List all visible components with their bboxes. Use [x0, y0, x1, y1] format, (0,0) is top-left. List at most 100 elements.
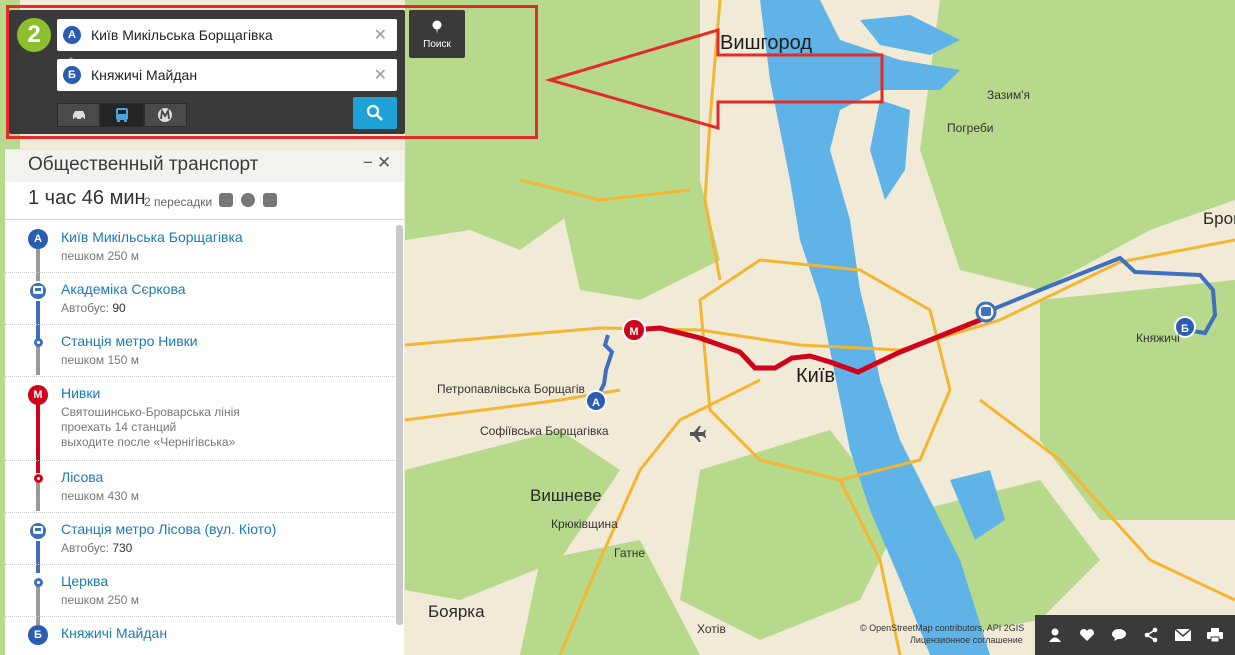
route-step[interactable]: Б Княжичі Майдан	[5, 617, 397, 655]
bus-icon	[219, 193, 233, 207]
bottom-toolbar	[1035, 615, 1235, 655]
end-marker-icon: Б	[28, 625, 48, 645]
poi-search-button[interactable]: Поиск	[409, 10, 465, 58]
print-icon[interactable]	[1204, 624, 1226, 646]
mail-icon[interactable]	[1172, 624, 1194, 646]
car-icon	[72, 111, 85, 121]
map-attribution: © OpenStreetMap contributors, API 2GIS Л…	[860, 622, 1024, 646]
step-name[interactable]: Станція метро Нивки	[61, 333, 198, 349]
route-summary[interactable]: 1 час 46 мин 2 пересадки	[5, 184, 404, 220]
start-marker-icon: А	[28, 229, 48, 249]
route-marker-start: А	[585, 390, 607, 412]
bus-number: 730	[112, 541, 133, 555]
bus-stop-icon	[28, 281, 48, 301]
label-sofiivska: Софіївська Борщагівка	[480, 424, 609, 438]
heart-icon[interactable]	[1076, 624, 1098, 646]
search-icon	[366, 104, 383, 121]
step-detail: Автобус: 730	[61, 541, 132, 555]
from-marker-icon: А	[63, 26, 81, 44]
minimize-icon[interactable]: −	[363, 153, 373, 173]
step-detail: пешком 150 м	[61, 353, 140, 367]
label-kyiv: Київ	[796, 365, 836, 387]
mode-bus-button[interactable]	[100, 103, 144, 127]
from-field[interactable]: А Київ Микільська Борщагівка ✕	[57, 19, 397, 51]
metro-line-name: Святошинсько-Броварська лінія	[61, 405, 240, 419]
bus-icon	[33, 286, 43, 294]
pin-icon	[432, 20, 442, 34]
license-link[interactable]: Лицензионное соглашение	[910, 634, 1024, 646]
mode-metro-button[interactable]	[143, 103, 187, 127]
results-scrollbar[interactable]	[396, 225, 403, 625]
label-khotiv: Хотів	[697, 622, 726, 636]
results-title: Общественный транспорт	[28, 154, 259, 175]
route-step[interactable]: Церква пешком 250 м	[5, 565, 397, 617]
route-step[interactable]: Академіка Сєркова Автобус: 90	[5, 273, 397, 325]
clear-from-icon[interactable]: ✕	[374, 25, 387, 45]
bus-label: Автобус:	[61, 301, 109, 315]
route-marker-end-letter: Б	[1181, 323, 1189, 335]
route-step[interactable]: Лісова пешком 430 м	[5, 461, 397, 513]
bus-icon	[33, 526, 43, 534]
route-marker-start-letter: А	[592, 397, 600, 409]
stop-dot-icon	[34, 474, 43, 483]
to-input[interactable]: Княжичі Майдан	[91, 67, 197, 83]
label-brovary: Бровар	[1203, 209, 1235, 228]
metro-exit-after: выходите после «Чернігівська»	[61, 435, 236, 449]
step-name[interactable]: Станція метро Лісова (вул. Кіото)	[61, 521, 276, 537]
label-pohreby: Погреби	[947, 121, 994, 135]
bus-stop-icon	[28, 521, 48, 541]
step-detail: пешком 250 м	[61, 593, 140, 607]
step-detail: пешком 250 м	[61, 249, 140, 263]
chat-icon[interactable]	[1108, 624, 1130, 646]
route-step[interactable]: А Київ Микільська Борщагівка пешком 250 …	[5, 221, 397, 273]
metro-marker: М	[622, 318, 646, 342]
transport-mode-tabs	[57, 103, 187, 127]
to-field[interactable]: Б Княжичі Майдан ✕	[57, 59, 397, 91]
close-icon[interactable]: ✕	[377, 153, 391, 173]
label-boiarka: Боярка	[428, 602, 485, 621]
results-panel: Общественный транспорт − ✕ 1 час 46 мин …	[5, 149, 404, 655]
route-step[interactable]: Станція метро Лісова (вул. Кіото) Автобу…	[5, 513, 397, 565]
step-name[interactable]: Церква	[61, 573, 108, 589]
label-hatne: Гатне	[614, 546, 646, 560]
route-step[interactable]: Станція метро Нивки пешком 150 м	[5, 325, 397, 377]
metro-icon	[241, 193, 255, 207]
route-search-panel: 2 А Київ Микільська Борщагівка ✕ ⇕ Б Кня…	[9, 10, 405, 134]
label-zazymia: Зазим'я	[987, 88, 1031, 102]
metro-station-icon: M	[28, 385, 48, 405]
person-icon[interactable]	[1044, 624, 1066, 646]
metro-icon	[158, 108, 173, 122]
label-kniazhychi: Княжичі	[1136, 331, 1180, 345]
to-marker-icon: Б	[63, 66, 81, 84]
from-input[interactable]: Київ Микільська Борщагівка	[91, 27, 273, 43]
step-name[interactable]: Київ Микільська Борщагівка	[61, 229, 243, 245]
attribution-text[interactable]: © OpenStreetMap contributors, API 2GIS	[860, 622, 1024, 634]
metro-stations-count: проехать 14 станций	[61, 420, 177, 434]
stop-dot-icon	[34, 338, 43, 347]
share-icon[interactable]	[1140, 624, 1162, 646]
step-name[interactable]: Нивки	[61, 385, 100, 401]
step-name[interactable]: Княжичі Майдан	[61, 625, 167, 641]
results-header: Общественный транспорт − ✕	[5, 150, 404, 182]
bus-stop-marker	[975, 301, 997, 323]
route-step[interactable]: M Нивки Святошинсько-Броварська лінія пр…	[5, 377, 397, 461]
label-petropavlivska: Петропавлівська Борщагів	[437, 382, 585, 396]
metro-marker-letter: М	[629, 326, 638, 338]
bus-number: 90	[112, 301, 126, 315]
label-vyshhorod: Вишгород	[720, 32, 813, 54]
step-detail: Автобус: 90	[61, 301, 126, 315]
label-kriukivshchyna: Крюківщина	[551, 517, 618, 531]
bus-icon	[263, 193, 277, 207]
bus-icon	[115, 108, 128, 122]
step-name[interactable]: Академіка Сєркова	[61, 281, 186, 297]
route-transfers: 2 пересадки	[144, 195, 213, 209]
2gis-logo[interactable]: 2	[17, 18, 51, 52]
stop-dot-icon	[34, 578, 43, 587]
poi-search-label: Поиск	[423, 39, 451, 50]
mode-car-button[interactable]	[57, 103, 101, 127]
step-name[interactable]: Лісова	[61, 469, 103, 485]
label-vyshneve: Вишневе	[530, 486, 602, 505]
clear-to-icon[interactable]: ✕	[374, 65, 387, 85]
bus-label: Автобус:	[61, 541, 109, 555]
search-button[interactable]	[353, 97, 397, 129]
